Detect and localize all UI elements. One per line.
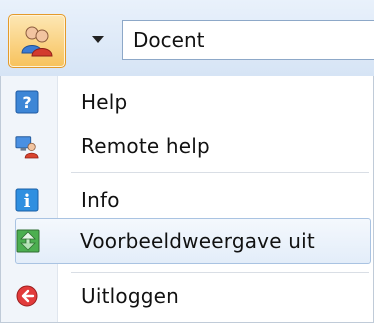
svg-text:?: ? <box>22 93 31 112</box>
role-value: Docent <box>133 28 205 52</box>
dropdown-menu: ? Help Remote help i Info Voorbeeldweerg… <box>0 76 374 323</box>
user-menu-button[interactable] <box>8 14 66 68</box>
svg-text:i: i <box>24 191 31 212</box>
preview-toggle-icon <box>16 229 40 253</box>
question-icon: ? <box>15 90 39 114</box>
remote-help-icon <box>15 134 39 159</box>
menu-item-label: Help <box>81 90 128 114</box>
logout-icon <box>15 284 39 308</box>
chevron-down-icon <box>92 36 104 43</box>
menu-item-label: Voorbeeldweergave uit <box>80 229 315 253</box>
info-icon: i <box>15 188 39 212</box>
role-field[interactable]: Docent <box>122 20 374 60</box>
menu-item-help[interactable]: ? Help <box>3 80 365 124</box>
menu-item-preview-off[interactable]: Voorbeeldweergave uit <box>15 218 371 264</box>
menu-separator <box>71 172 369 173</box>
toolbar: Docent <box>0 0 374 77</box>
menu-item-label: Uitloggen <box>81 284 180 308</box>
menu-item-label: Remote help <box>81 134 210 158</box>
menu-separator <box>71 272 369 273</box>
menu-item-logout[interactable]: Uitloggen <box>3 274 365 318</box>
menu-item-remote-help[interactable]: Remote help <box>3 124 365 168</box>
menu-item-label: Info <box>81 188 120 212</box>
users-icon <box>21 26 53 57</box>
menu-item-info[interactable]: i Info <box>3 178 365 222</box>
dropdown-button[interactable] <box>80 22 116 58</box>
